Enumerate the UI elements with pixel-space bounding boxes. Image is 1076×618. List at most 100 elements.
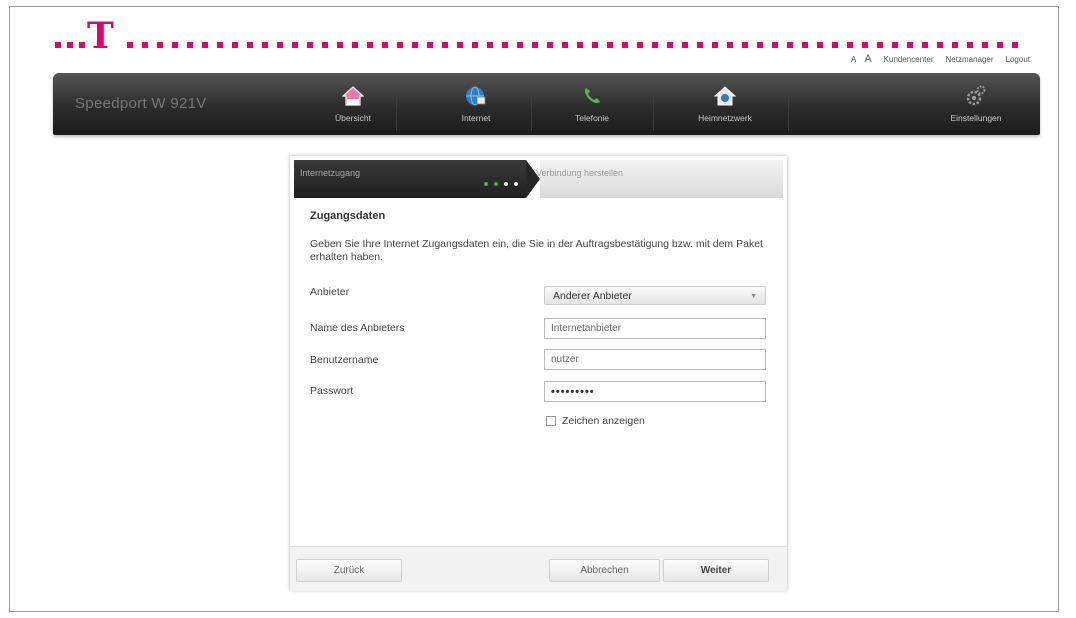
gear-icon [966,85,986,106]
brand-dot [982,42,988,48]
wizard-step-label: Verbindung herstellen [536,168,624,178]
nav-divider [396,89,397,131]
brand-dot [202,42,208,48]
brand-dot [967,42,973,48]
brand-dot [247,42,253,48]
nav-divider [531,89,532,131]
nav-divider [653,89,654,131]
brand-dot [322,42,328,48]
provider-select[interactable]: Anderer Anbieter ▼ [544,286,766,305]
brand-dot [367,42,373,48]
password-input[interactable] [544,381,766,402]
brand-dot [232,42,238,48]
telekom-logo: T [87,15,114,57]
network-manager-link[interactable]: Netzmanager [946,55,994,64]
brand-dot [352,42,358,48]
brand-dot [802,42,808,48]
provider-name-input[interactable] [544,318,766,339]
brand-dot [142,42,148,48]
back-button[interactable]: Zurück [296,559,402,582]
brand-dot [772,42,778,48]
brand-dot [607,42,613,48]
brand-dot [487,42,493,48]
font-size-small-button[interactable]: A [851,55,856,64]
brand-dot [517,42,523,48]
brand-dot [157,42,163,48]
nav-item-label: Internet [461,113,491,123]
brand-dot [937,42,943,48]
brand-dot [172,42,178,48]
nav-item-label: Telefonie [574,113,610,123]
brand-dot [727,42,733,48]
brand-dot [217,42,223,48]
logout-link[interactable]: Logout [1006,55,1030,64]
nav-item-overview[interactable]: Übersicht [298,81,408,131]
main-navbar: Speedport W 921V Übersicht Internet Tele… [53,73,1040,135]
brand-dot [832,42,838,48]
wizard-step-internet-access: Internetzugang [294,160,540,198]
intro-text: Geben Sie Ihre Internet Zugangsdaten ein… [310,238,763,263]
username-input[interactable] [544,349,766,370]
section-heading: Zugangsdaten [310,210,386,222]
top-links: A A Kundencenter Netzmanager Logout [851,53,1030,65]
brand-dot [877,42,883,48]
brand-dot [622,42,628,48]
device-name: Speedport W 921V [75,95,207,112]
brand-dot [787,42,793,48]
nav-item-telephony[interactable]: Telefonie [537,81,647,131]
brand-dot [292,42,298,48]
brand-dot [412,42,418,48]
brand-dot [547,42,553,48]
nav-item-label: Übersicht [335,113,371,123]
brand-dot [277,42,283,48]
brand-dot [712,42,718,48]
brand-dot [997,42,1003,48]
globe-icon [466,86,486,106]
username-label: Benutzername [310,354,379,366]
brand-dot [382,42,388,48]
password-label: Passwort [310,385,354,397]
brand-dot [817,42,823,48]
brand-dot [697,42,703,48]
nav-item-settings[interactable]: Einstellungen [921,81,1031,131]
brand-dot [67,42,73,48]
nav-item-label: Einstellungen [950,113,1002,123]
brand-dot [847,42,853,48]
brand-dot [652,42,658,48]
brand-dot [922,42,928,48]
brand-dot [1012,42,1018,48]
brand-dot [577,42,583,48]
brand-dot [442,42,448,48]
brand-dot [337,42,343,48]
nav-item-home-network[interactable]: Heimnetzwerk [670,81,780,131]
show-characters-toggle[interactable]: Zeichen anzeigen [546,415,645,427]
phone-icon [585,88,600,103]
nav-item-internet[interactable]: Internet [421,81,531,131]
show-characters-checkbox[interactable] [546,416,556,426]
brand-dot [907,42,913,48]
brand-dot [892,42,898,48]
brand-dot [502,42,508,48]
cancel-button[interactable]: Abbrechen [549,559,660,582]
brand-dot [532,42,538,48]
provider-select-value: Anderer Anbieter [553,290,632,302]
progress-dot [484,182,488,186]
brand-dot [682,42,688,48]
brand-dot [637,42,643,48]
provider-name-label: Name des Anbieters [310,322,405,334]
wizard-step-connect: Verbindung herstellen [536,160,783,198]
show-characters-label: Zeichen anzeigen [562,415,645,427]
brand-dot [457,42,463,48]
wizard-footer: Zurück Abbrechen Weiter [290,546,787,591]
wizard-steps: Internetzugang Verbindung herstellen [290,156,787,198]
nav-item-label: Heimnetzwerk [698,113,752,123]
customer-center-link[interactable]: Kundencenter [884,55,934,64]
brand-dot [472,42,478,48]
next-button[interactable]: Weiter [663,559,769,582]
progress-dot [504,182,508,186]
brand-dot [742,42,748,48]
home-icon [342,86,364,106]
brand-dot [952,42,958,48]
brand-dot [55,42,61,48]
font-size-large-button[interactable]: A [864,53,871,65]
